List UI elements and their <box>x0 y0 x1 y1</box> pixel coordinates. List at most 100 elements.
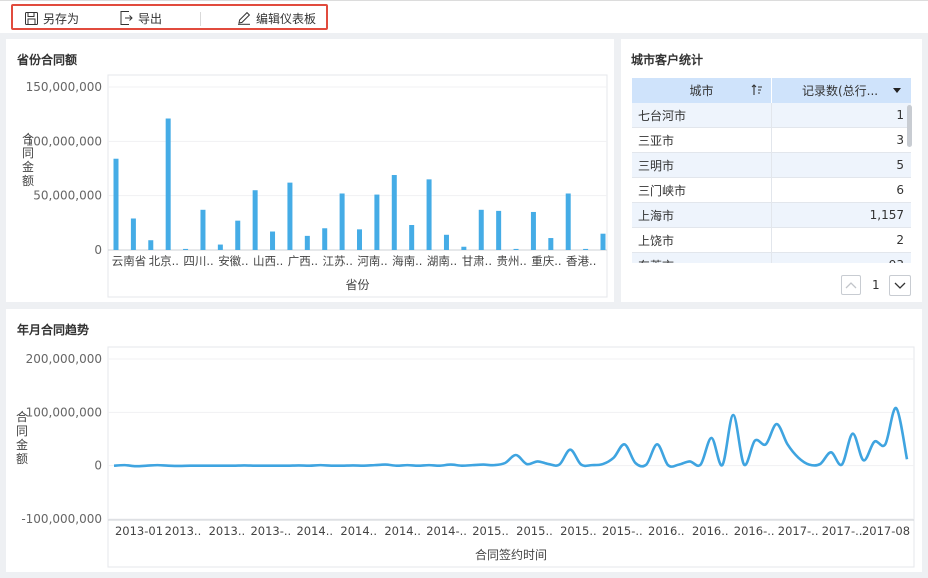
bar[interactable] <box>374 194 380 250</box>
x-tick-label: 2016-.. <box>734 524 775 538</box>
x-tick-label: 2015.. <box>560 524 597 538</box>
column-header-city[interactable]: 城市 <box>632 78 772 103</box>
cell-count[interactable]: 2 <box>772 228 911 253</box>
caret-down-icon[interactable] <box>893 88 901 93</box>
x-tick-label: 2016.. <box>648 524 685 538</box>
bar[interactable] <box>322 228 328 250</box>
save-icon <box>25 11 38 25</box>
bar[interactable] <box>235 220 241 250</box>
bar[interactable] <box>530 211 536 250</box>
edit-dashboard-button[interactable]: 编辑仪表板 <box>237 9 316 27</box>
toolbar-divider <box>200 12 201 26</box>
bar[interactable] <box>461 246 467 250</box>
x-tick-label: 2014.. <box>384 524 421 538</box>
y-tick-label: 100,000,000 <box>26 134 102 148</box>
bar[interactable] <box>183 248 189 250</box>
previous-page-button[interactable] <box>841 275 861 295</box>
chevron-down-icon <box>894 282 906 289</box>
bar[interactable] <box>426 179 432 250</box>
cell-count[interactable]: 93 <box>772 253 911 263</box>
bar[interactable] <box>200 209 206 250</box>
bar[interactable] <box>148 240 154 250</box>
city-table-card: 城市客户统计 城市 记录数(总行... 七台河市 1 三亚市 3 三明市 5 三门峡市 6 上海… <box>621 39 922 302</box>
x-tick-label: 2014-.. <box>426 524 467 538</box>
cell-city[interactable]: 七台河市 <box>632 103 772 128</box>
table-row[interactable]: 上海市 1,157 <box>632 203 913 228</box>
cell-count[interactable]: 1,157 <box>772 203 911 228</box>
bar[interactable] <box>496 210 502 250</box>
bar[interactable] <box>287 182 293 250</box>
y-tick-label: 50,000,000 <box>33 189 102 203</box>
x-tick-label: 广西.. <box>288 254 318 268</box>
bar[interactable] <box>113 158 119 250</box>
table-row[interactable]: 七台河市 1 <box>632 103 913 128</box>
bar[interactable] <box>357 229 362 250</box>
next-page-button[interactable] <box>889 275 911 296</box>
sort-icon[interactable] <box>751 84 763 96</box>
trend-chart-card: 年月合同趋势 200,000,000 100,000,000 0 -100,000,0… <box>6 309 922 572</box>
column-header-city-label: 城市 <box>689 84 714 98</box>
y-tick-label: 0 <box>94 243 102 257</box>
cell-count[interactable]: 1 <box>772 103 911 128</box>
column-header-count[interactable]: 记录数(总行... <box>772 78 911 103</box>
chevron-up-icon <box>845 282 857 289</box>
cell-city[interactable]: 上饶市 <box>632 228 772 253</box>
table-row[interactable]: 三门峡市 6 <box>632 178 913 203</box>
bar[interactable] <box>165 118 171 250</box>
bar[interactable] <box>217 244 223 250</box>
y-axis-title: 合同金额 <box>16 409 28 466</box>
trend-line[interactable] <box>113 406 909 468</box>
table-row[interactable]: 东莞市93 <box>632 253 913 263</box>
save-as-button[interactable]: 另存为 <box>25 9 79 27</box>
cell-count[interactable]: 3 <box>772 128 911 153</box>
bar[interactable] <box>252 190 258 250</box>
y-tick-label: 150,000,000 <box>26 80 102 94</box>
x-tick-label: 河南.. <box>357 254 387 268</box>
cell-city[interactable]: 三亚市 <box>632 128 772 153</box>
cell-city[interactable]: 上海市 <box>632 203 772 228</box>
x-tick-label: 2013.. <box>209 524 246 538</box>
bar[interactable] <box>548 238 554 250</box>
x-tick-label: 北京.. <box>149 254 179 268</box>
toolbar: 另存为 导出 编辑仪表板 <box>0 0 928 33</box>
y-tick-label: -100,000,000 <box>21 512 102 526</box>
x-tick-label: 2014.. <box>296 524 333 538</box>
bar[interactable] <box>600 233 606 250</box>
bar[interactable] <box>270 231 276 250</box>
city-table-title: 城市客户统计 <box>631 53 704 67</box>
export-icon <box>120 11 133 25</box>
x-tick-label: 2017-.. <box>778 524 819 538</box>
table-row[interactable]: 上饶市 2 <box>632 228 913 253</box>
cell-city[interactable]: 三门峡市 <box>632 178 772 203</box>
x-tick-label: 湖南.. <box>427 254 457 268</box>
x-tick-label: 江苏.. <box>323 254 353 268</box>
cell-count[interactable]: 6 <box>772 178 911 203</box>
y-tick-label: 0 <box>94 459 102 473</box>
bar[interactable] <box>339 193 345 250</box>
bar[interactable] <box>391 175 397 250</box>
cell-count[interactable]: 5 <box>772 153 911 178</box>
toolbar-highlight: 另存为 导出 编辑仪表板 <box>11 4 328 30</box>
table-scrollbar[interactable] <box>907 105 913 263</box>
cell-city[interactable]: 三明市 <box>632 153 772 178</box>
x-tick-label: 2017-08 <box>862 524 910 538</box>
table-row[interactable]: 三亚市 3 <box>632 128 913 153</box>
table-row[interactable]: 三明市 5 <box>632 153 913 178</box>
bar[interactable] <box>478 209 484 250</box>
x-tick-label: 云南省 <box>112 254 147 268</box>
export-button[interactable]: 导出 <box>120 9 162 27</box>
bar[interactable] <box>443 234 449 250</box>
province-chart-card: 省份合同额 150,000,000 100,000,000 50,000,000 0 云… <box>6 39 614 302</box>
bar[interactable] <box>513 248 519 250</box>
x-tick-label: 甘肃.. <box>462 254 492 268</box>
bar[interactable] <box>583 248 589 250</box>
table-scrollbar-thumb[interactable] <box>907 105 912 147</box>
cell-city[interactable]: 东莞市 <box>632 253 772 263</box>
bar[interactable] <box>565 193 571 250</box>
x-tick-label: 2013-01 <box>115 524 163 538</box>
bar[interactable] <box>304 235 310 250</box>
x-tick-label: 重庆.. <box>531 254 561 268</box>
bar[interactable] <box>130 218 136 250</box>
x-axis-title: 合同签约时间 <box>475 547 547 562</box>
bar[interactable] <box>409 225 415 250</box>
